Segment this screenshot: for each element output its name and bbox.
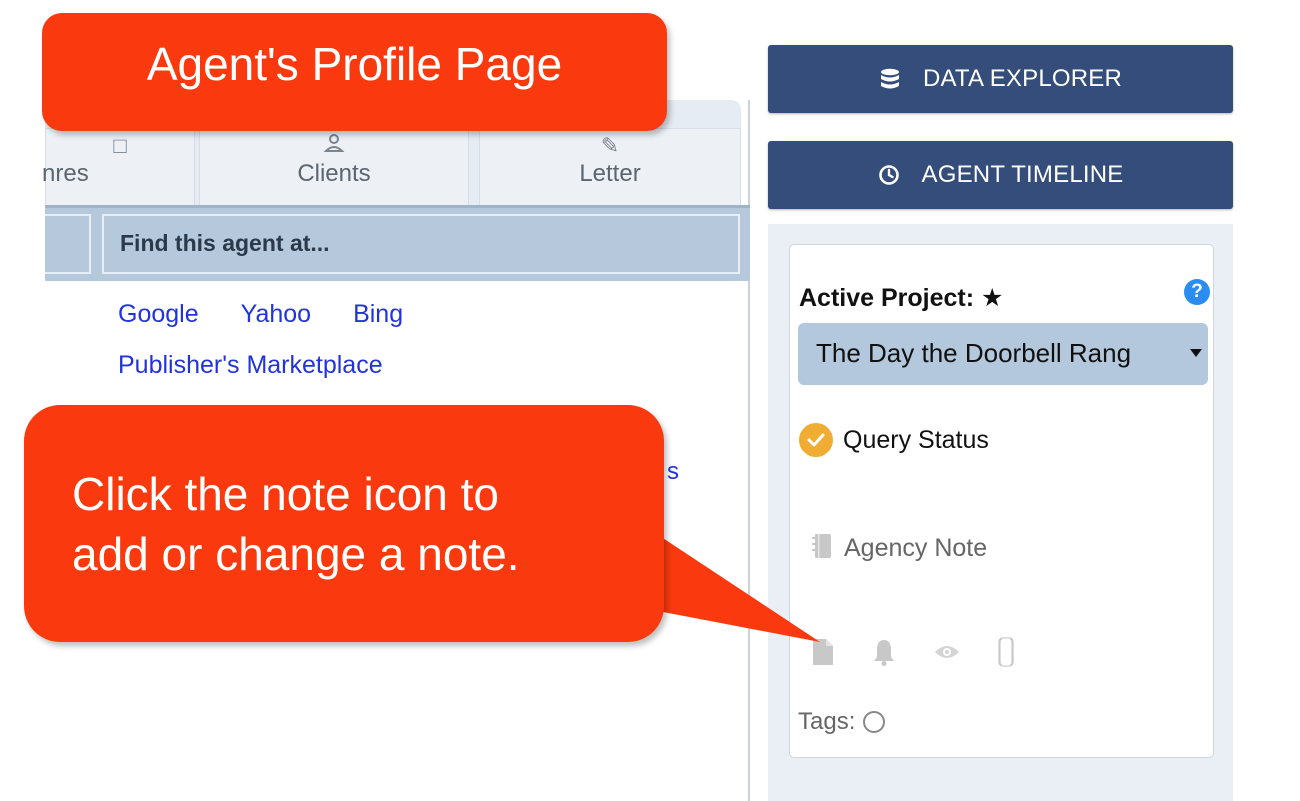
- bell-icon[interactable]: [872, 638, 896, 666]
- tab-clients[interactable]: Clients: [199, 128, 469, 206]
- agent-action-icons: [812, 637, 1052, 667]
- link-publishers-marketplace[interactable]: Publisher's Marketplace: [118, 351, 383, 380]
- tags-label: Tags:: [798, 708, 856, 735]
- pencil-icon: ✎: [600, 133, 620, 158]
- link-yahoo[interactable]: Yahoo: [241, 300, 311, 328]
- dropdown-arrow-icon: [1190, 349, 1202, 357]
- note-icon[interactable]: [812, 638, 834, 666]
- agency-note-label: Agency Note: [844, 534, 988, 562]
- tab-letter-label: Letter: [579, 160, 641, 187]
- tab-clients-label: Clients: [297, 160, 371, 187]
- find-agent-header-cell: Find this agent at...: [102, 214, 740, 274]
- clock-icon: [878, 164, 900, 186]
- link-google[interactable]: Google: [118, 300, 199, 328]
- query-status-label: Query Status: [843, 425, 989, 454]
- partially-hidden-link[interactable]: s: [667, 458, 679, 486]
- find-agent-bar: Find this agent at...: [45, 205, 750, 281]
- find-agent-header: Find this agent at...: [120, 230, 330, 256]
- data-explorer-label: DATA EXPLORER: [922, 65, 1123, 92]
- link-bing[interactable]: Bing: [353, 300, 403, 328]
- active-project-card: Active Project: ★ ? The Day the Doorbell…: [789, 244, 1214, 758]
- tab-genres[interactable]: □ nres: [42, 128, 195, 206]
- agent-profile-panel: □ nres Clients ✎ Letter Find this agent …: [42, 100, 750, 801]
- help-icon[interactable]: ?: [1184, 279, 1210, 305]
- tab-genres-label: nres: [42, 160, 89, 187]
- agent-timeline-button[interactable]: AGENT TIMELINE: [768, 141, 1233, 209]
- check-icon: [799, 423, 833, 457]
- book-icon: □: [113, 133, 127, 158]
- tags-row: Tags:: [798, 708, 886, 736]
- database-icon: [879, 68, 901, 90]
- project-select-value: The Day the Doorbell Rang: [816, 338, 1132, 368]
- active-project-label: Active Project: ★: [799, 284, 1004, 312]
- project-select[interactable]: The Day the Doorbell Rang: [798, 323, 1208, 385]
- add-tag-icon[interactable]: [863, 711, 886, 733]
- tab-letter[interactable]: ✎ Letter: [479, 128, 741, 206]
- find-bar-left-cell: [45, 214, 91, 274]
- page-title-callout: Agent's Profile Page: [42, 13, 667, 131]
- agent-timeline-label: AGENT TIMELINE: [921, 161, 1124, 188]
- phone-outline-icon[interactable]: [998, 637, 1014, 667]
- agency-note-button[interactable]: Agency Note: [812, 533, 987, 564]
- search-links: Google Yahoo Bing: [118, 300, 445, 329]
- notebook-icon: [812, 533, 832, 564]
- callout-title-text: Agent's Profile Page: [146, 38, 563, 90]
- eye-icon[interactable]: [934, 643, 960, 661]
- query-status-toggle[interactable]: Query Status: [799, 423, 989, 457]
- data-explorer-button[interactable]: DATA EXPLORER: [768, 45, 1233, 113]
- person-icon: [200, 133, 468, 159]
